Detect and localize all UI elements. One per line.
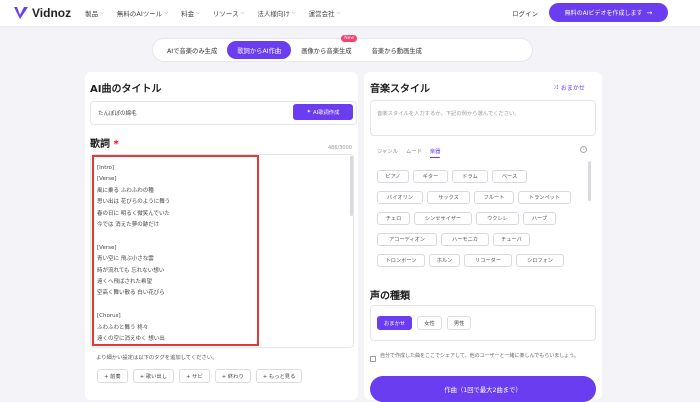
sparkle-icon: ✦	[306, 109, 312, 115]
tag-more-button[interactable]: + もっと見る	[255, 369, 303, 383]
chip-cello[interactable]: チェロ	[377, 212, 410, 225]
tab-lyrics-to-song[interactable]: 歌詞からAI作曲	[227, 41, 292, 59]
create-video-button[interactable]: 無料のAIビデオを作成します →	[549, 3, 668, 22]
nav-item-free-tools[interactable]: 無料のAIツール ⌵	[117, 8, 168, 18]
new-badge: New	[341, 35, 358, 42]
brand-logo[interactable]: Vidnoz	[13, 6, 71, 20]
nav-item-label: リソース	[212, 10, 239, 18]
login-link[interactable]: ログイン	[512, 8, 538, 18]
chip-bass[interactable]: ベース	[492, 170, 527, 183]
shuffle-icon: ⤨	[553, 83, 558, 91]
nav-item-pricing[interactable]: 料金 ⌵	[181, 8, 200, 18]
nav-item-label: 運営会社	[308, 10, 335, 18]
tab-music-only[interactable]: AIで音楽のみ生成	[157, 41, 227, 59]
chip-tuba[interactable]: チューバ	[493, 233, 530, 246]
highlight-box	[92, 155, 259, 346]
main-nav: 製品 ⌵ 無料のAIツール ⌵ 料金 ⌵ リソース ⌵ 法人様向け ⌵ 運営会社 ⌵	[85, 8, 353, 18]
chip-flute[interactable]: フルート	[474, 191, 514, 204]
ai-lyrics-button[interactable]: ✦ AI歌詞作成	[293, 104, 353, 120]
share-checkbox[interactable]	[370, 356, 376, 362]
arrow-right-icon: →	[646, 8, 653, 17]
chevron-down-icon: ⌵	[164, 10, 169, 16]
tag-buttons: + 前奏 + 歌い出し + サビ + 終わり + もっと見る	[97, 369, 303, 383]
chip-drums[interactable]: ドラム	[452, 170, 488, 183]
tag-chorus-button[interactable]: + サビ	[179, 369, 210, 383]
info-icon[interactable]: i	[580, 146, 587, 153]
nav-item-business[interactable]: 法人様向け ⌵	[257, 8, 295, 18]
nav-item-label: 料金	[181, 10, 195, 18]
voice-female-button[interactable]: 女性	[417, 316, 442, 330]
mode-tabs: AIで音楽のみ生成 歌詞からAI作曲 画像から音楽生成 New 音楽から動画生成	[152, 35, 533, 62]
compose-button[interactable]: 作曲（1回で最大2曲まで）	[370, 376, 596, 402]
lyrics-scrollbar[interactable]	[350, 156, 353, 216]
style-placeholder: 音楽スタイルを入力するか、下記の例から選んでください。	[377, 111, 520, 117]
voice-auto-button[interactable]: おまかせ	[377, 316, 413, 330]
chevron-down-icon: ⌵	[336, 10, 341, 16]
tag-verse-button[interactable]: + 歌い出し	[132, 369, 175, 383]
style-tab-mood[interactable]: ムード	[406, 147, 422, 158]
share-text: 自分で作成した曲をここでシェアして、他のユーザーと一緒に楽しんでもらいましょう。	[380, 353, 579, 359]
nav-item-label: 無料のAIツール	[116, 10, 163, 18]
chip-violin[interactable]: バイオリン	[377, 191, 423, 204]
nav-item-products[interactable]: 製品 ⌵	[85, 8, 104, 18]
song-title-value: たんぽぽの綿毛	[98, 111, 137, 117]
chevron-down-icon: ⌵	[196, 10, 200, 16]
tab-music-to-video[interactable]: 音楽から動画生成	[362, 41, 432, 59]
tab-image-to-music[interactable]: 画像から音楽生成 New	[291, 35, 361, 59]
nav-item-label: 製品	[85, 10, 99, 18]
style-tab-instrument[interactable]: 楽器	[429, 147, 441, 158]
required-mark: *	[113, 139, 119, 150]
random-style-button[interactable]: ⤨ おまかせ	[553, 83, 585, 93]
char-counter: 486/3000	[328, 145, 352, 151]
chip-xylophone[interactable]: シロフォン	[516, 254, 564, 267]
nav-item-label: 法人様向け	[257, 10, 290, 18]
nav-item-resources[interactable]: リソース ⌵	[213, 8, 244, 18]
chevron-down-icon: ⌵	[291, 10, 296, 16]
create-video-label: 無料のAIビデオを作成します	[564, 10, 643, 17]
lyrics-heading: 歌詞 *	[90, 135, 119, 150]
chip-guitar[interactable]: ギター	[413, 170, 448, 183]
chip-trumpet[interactable]: トランペット	[518, 191, 571, 204]
tag-intro-button[interactable]: + 前奏	[97, 369, 128, 383]
tag-hint: より細かい設定は以下のタグを追加してください。	[96, 355, 218, 361]
chip-harmonica[interactable]: ハーモニカ	[441, 233, 489, 246]
instrument-chips: ピアノ ギター ドラム ベース バイオリン サックス フルート トランペット チ…	[377, 170, 589, 275]
vidnoz-logo-icon	[14, 7, 28, 19]
random-label: おまかせ	[560, 85, 585, 92]
chip-synth[interactable]: シンセサイザー	[414, 212, 472, 225]
song-title-heading: AI曲のタイトル	[90, 84, 162, 95]
chevron-down-icon: ⌵	[100, 10, 104, 16]
chip-harp[interactable]: ハープ	[523, 212, 556, 225]
chip-ukulele[interactable]: ウクレレ	[476, 212, 519, 225]
nav-item-company[interactable]: 運営会社 ⌵	[309, 8, 341, 18]
style-tabs: ジャンル ムード 楽器	[377, 147, 441, 158]
chip-trombone[interactable]: トロンボーン	[377, 254, 425, 267]
chevron-down-icon: ⌵	[240, 10, 245, 16]
chip-piano[interactable]: ピアノ	[377, 170, 409, 183]
brand-name: Vidnoz	[32, 6, 72, 20]
music-style-heading: 音楽スタイル	[370, 84, 430, 95]
chip-horn[interactable]: ホルン	[429, 254, 460, 267]
style-input[interactable]	[370, 100, 596, 136]
chip-sax[interactable]: サックス	[427, 191, 470, 204]
style-scrollbar[interactable]	[588, 161, 591, 201]
voice-male-button[interactable]: 男性	[446, 316, 472, 330]
chip-accordion[interactable]: アコーディオン	[377, 233, 437, 246]
style-tab-genre[interactable]: ジャンル	[377, 147, 398, 158]
ai-lyrics-label: AI歌詞作成	[313, 110, 340, 116]
voice-options: おまかせ 女性 男性	[377, 316, 472, 330]
lyrics-heading-label: 歌詞	[90, 139, 110, 150]
voice-type-heading: 声の種類	[370, 291, 410, 302]
chip-recorder[interactable]: リコーダー	[464, 254, 512, 267]
tab-label: 画像から音楽生成	[301, 47, 352, 55]
tag-outro-button[interactable]: + 終わり	[214, 369, 251, 383]
